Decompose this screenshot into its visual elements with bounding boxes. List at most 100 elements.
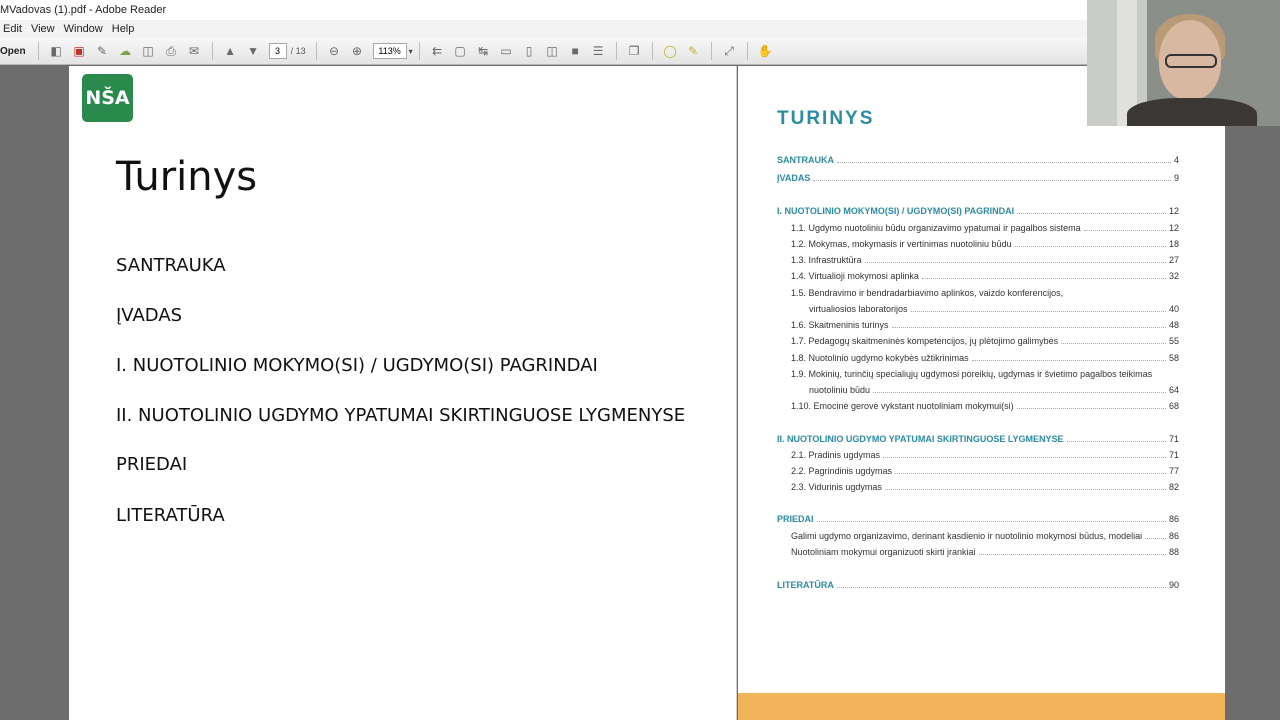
toc-entry[interactable]: PRIEDAI 86 xyxy=(777,514,1179,524)
toc-entry-title: 1.1. Ugdymo nuotoliniu būdu organizavimo… xyxy=(791,223,1081,233)
toc-entry[interactable]: 1.7. Pedagogų skaitmeninės kompetencijos… xyxy=(791,336,1179,346)
print-icon[interactable]: ⎙ xyxy=(162,42,180,60)
toc-entry-page: 58 xyxy=(1168,353,1179,363)
toc-entry[interactable]: 2.1. Pradinis ugdymas 71 xyxy=(791,450,1179,460)
toc-entry-title: nuotoliniu būdu xyxy=(809,385,871,395)
previous-page-icon[interactable]: ▲ xyxy=(221,42,239,60)
toc-entry[interactable]: 1.8. Nuotolinio ugdymo kokybės užtikrini… xyxy=(791,353,1179,363)
slide-title: Turinys xyxy=(116,154,258,200)
open-file-icon[interactable]: ◧ xyxy=(47,42,65,60)
slide-item-part-1: I. NUOTOLINIO MOKYMO(SI) / UGDYMO(SI) PA… xyxy=(116,355,598,376)
menu-bar: Edit View Window Help xyxy=(0,20,1090,38)
toc-entry[interactable]: LITERATŪRA 90 xyxy=(777,580,1179,590)
next-page-icon[interactable]: ▼ xyxy=(244,42,262,60)
edit-icon[interactable]: ✎ xyxy=(93,42,111,60)
fit-page-icon[interactable]: ⇇ xyxy=(428,42,446,60)
toc-entry-page: 64 xyxy=(1168,385,1179,395)
menu-window[interactable]: Window xyxy=(61,20,109,38)
toc-entry[interactable]: 1.6. Skaitmeninis turinys 48 xyxy=(791,320,1179,330)
toc-entry-page: 71 xyxy=(1168,450,1179,460)
upload-icon[interactable]: ☁ xyxy=(116,42,134,60)
zoom-dropdown-icon[interactable]: ▾ xyxy=(409,47,413,56)
comment-icon[interactable]: ◯ xyxy=(661,42,679,60)
toc-entry[interactable]: nuotoliniu būdu 64 xyxy=(809,385,1179,395)
webcam-video xyxy=(1087,0,1280,126)
menu-view[interactable]: View xyxy=(28,20,61,38)
toc-leader xyxy=(883,457,1166,458)
email-icon[interactable]: ✉ xyxy=(185,42,203,60)
copy-icon[interactable]: ❐ xyxy=(625,42,643,60)
slide-item-santrauka: SANTRAUKA xyxy=(116,255,226,276)
toc-entry-page: 4 xyxy=(1173,155,1179,165)
toolbar-divider xyxy=(418,42,420,60)
toc-entry[interactable]: ĮVADAS 9 xyxy=(777,173,1179,183)
toc-entry-page: 12 xyxy=(1168,206,1179,216)
continuous-icon[interactable]: ▯ xyxy=(520,42,538,60)
toc-entry[interactable]: 2.2. Pagrindinis ugdymas 77 xyxy=(791,466,1179,476)
toc-entry[interactable]: I. NUOTOLINIO MOKYMO(SI) / UGDYMO(SI) PA… xyxy=(777,206,1179,216)
page-footer-band xyxy=(738,693,1225,720)
toolbar-divider xyxy=(746,42,748,60)
expand-icon[interactable]: ⤢ xyxy=(720,42,738,60)
toc-entry-page: 68 xyxy=(1168,401,1179,411)
toc-entry-title: virtualiosios laboratorijos xyxy=(809,304,908,314)
toc-leader xyxy=(921,278,1166,279)
toc-entry-title: 1.3. Infrastruktūra xyxy=(791,255,862,265)
highlight-icon[interactable]: ✎ xyxy=(684,42,702,60)
toc-entry[interactable]: 1.4. Virtualioji mokymosi aplinka 32 xyxy=(791,271,1179,281)
toc-entry[interactable]: Nuotoliniam mokymui organizuoti skirti į… xyxy=(791,547,1179,557)
single-page-icon[interactable]: ▭ xyxy=(497,42,515,60)
toc-entry-title: SANTRAUKA xyxy=(777,155,834,165)
toc-leader xyxy=(910,311,1166,312)
toc-entry[interactable]: SANTRAUKA 4 xyxy=(777,155,1179,165)
toc-entry-title: 1.9. Mokinių, turinčių specialiųjų ugdym… xyxy=(791,369,1153,379)
toc-entry[interactable]: 1.9. Mokinių, turinčių specialiųjų ugdym… xyxy=(791,369,1179,379)
toc-entry[interactable]: 1.3. Infrastruktūra 27 xyxy=(791,255,1179,265)
hand-tool-icon[interactable]: ✋ xyxy=(756,42,774,60)
toc-entry-title: Nuotoliniam mokymui organizuoti skirti į… xyxy=(791,547,976,557)
toc-entry-title: 1.5. Bendravimo ir bendradarbiavimo apli… xyxy=(791,288,1064,298)
toc-entry-title: LITERATŪRA xyxy=(777,580,834,590)
open-button[interactable]: Open xyxy=(0,46,32,57)
toc-entry-page: 12 xyxy=(1168,223,1179,233)
toc-leader xyxy=(891,327,1166,328)
toc-entry-page: 86 xyxy=(1168,531,1179,541)
create-pdf-icon[interactable]: ▣ xyxy=(70,42,88,60)
toc-entry-page: 32 xyxy=(1168,271,1179,281)
toolbar-divider xyxy=(651,42,653,60)
toc-entry[interactable]: virtualiosios laboratorijos 40 xyxy=(809,304,1179,314)
toc-leader xyxy=(864,262,1166,263)
page-number-input[interactable]: 3 xyxy=(268,43,287,59)
toc-entry-title: 1.7. Pedagogų skaitmeninės kompetencijos… xyxy=(791,336,1059,346)
zoom-in-icon[interactable]: ⊕ xyxy=(348,42,366,60)
toc-entry[interactable]: Galimi ugdymo organizavimo, derinant kas… xyxy=(791,531,1179,541)
toc-entry-page: 40 xyxy=(1168,304,1179,314)
fit-width-icon[interactable]: ▢ xyxy=(451,42,469,60)
toc-entry[interactable]: 1.5. Bendravimo ir bendradarbiavimo apli… xyxy=(791,288,1179,298)
menu-help[interactable]: Help xyxy=(109,20,141,38)
fit-visible-icon[interactable]: ↹ xyxy=(474,42,492,60)
toc-entry[interactable]: 1.10. Emocinė gerovė vykstant nuotolinia… xyxy=(791,401,1179,411)
toc-leader xyxy=(895,473,1166,474)
menu-edit[interactable]: Edit xyxy=(0,20,28,38)
toc-entry-page: 9 xyxy=(1173,173,1179,183)
toc-leader xyxy=(1014,246,1166,247)
toc-entry-title: 1.10. Emocinė gerovė vykstant nuotolinia… xyxy=(791,401,1014,411)
slide-item-priedai: PRIEDAI xyxy=(116,454,188,475)
presenter-glasses xyxy=(1165,54,1217,68)
zoom-out-icon[interactable]: ⊖ xyxy=(325,42,343,60)
toc-entry-page: 77 xyxy=(1168,466,1179,476)
toc-entry[interactable]: 1.2. Mokymas, mokymasis ir vertinimas nu… xyxy=(791,239,1179,249)
read-mode-icon[interactable]: ☰ xyxy=(589,42,607,60)
toc-leader xyxy=(1066,441,1166,442)
zoom-level-input[interactable]: 113% xyxy=(372,43,407,59)
two-page-icon[interactable]: ◫ xyxy=(543,42,561,60)
save-icon[interactable]: ◫ xyxy=(139,42,157,60)
full-screen-icon[interactable]: ■ xyxy=(566,42,584,60)
toc-entry[interactable]: II. NUOTOLINIO UGDYMO YPATUMAI SKIRTINGU… xyxy=(777,434,1179,444)
toc-entry[interactable]: 1.1. Ugdymo nuotoliniu būdu organizavimo… xyxy=(791,223,1179,233)
toc-entry[interactable]: 2.3. Vidurinis ugdymas 82 xyxy=(791,482,1179,492)
toc-entry-title: 1.4. Virtualioji mokymosi aplinka xyxy=(791,271,919,281)
toc-entry-title: 1.8. Nuotolinio ugdymo kokybės užtikrini… xyxy=(791,353,969,363)
toc-leader xyxy=(1017,213,1166,214)
